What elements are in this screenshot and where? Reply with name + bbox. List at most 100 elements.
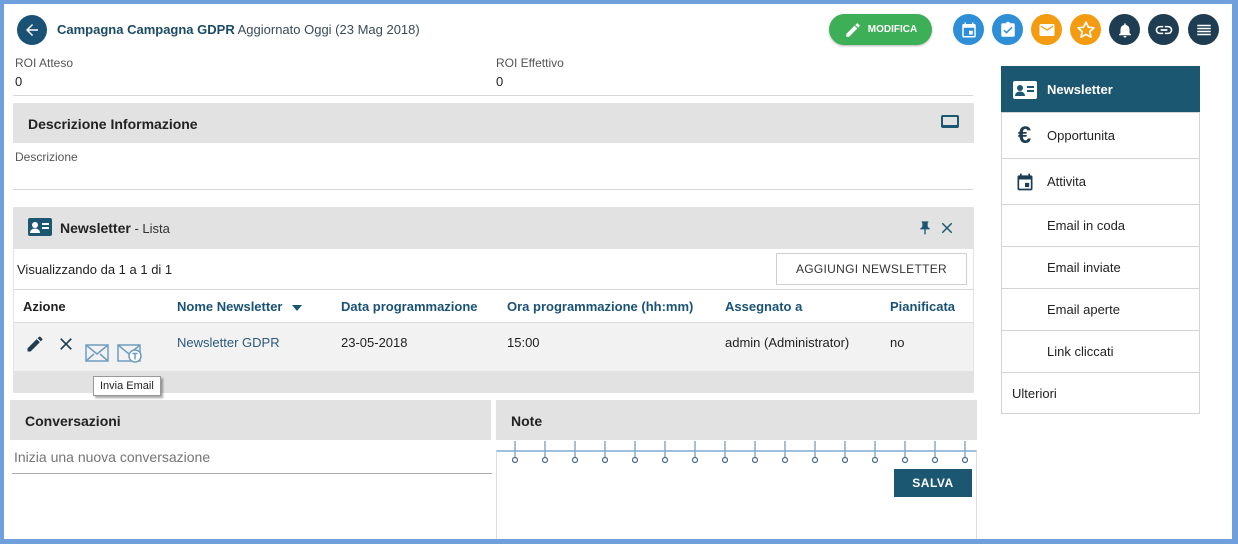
notebook-ring-icon [961, 441, 969, 464]
roi-atteso-label: ROI Atteso [15, 56, 74, 70]
notebook-ring-icon [721, 441, 729, 464]
column-header-nome-label: Nome Newsletter [177, 299, 283, 314]
note-title: Note [511, 413, 543, 429]
send-test-email-button[interactable] [117, 344, 142, 366]
favorite-button[interactable] [1070, 14, 1101, 45]
pin-button[interactable] [917, 219, 933, 240]
delete-row-button[interactable] [56, 334, 76, 357]
campaign-title: Campagna Campagna GDPR [57, 22, 235, 37]
notebook-ring-icon [631, 441, 639, 464]
newsletter-title: Newsletter [60, 220, 131, 236]
close-icon [60, 338, 72, 350]
menu-button[interactable] [1188, 14, 1219, 45]
column-header-pianificata[interactable]: Pianificata [890, 299, 955, 314]
conversazioni-title: Conversazioni [25, 413, 121, 429]
tooltip: Invia Email [93, 376, 161, 396]
sidebar-item-opportunita[interactable]: € Opportunita [1001, 112, 1200, 159]
notebook-ring-icon [541, 441, 549, 464]
sidebar-item-label: Opportunita [1047, 128, 1115, 143]
note-panel-header [496, 400, 977, 440]
menu-lines-icon [1196, 24, 1211, 35]
pagination-summary: Visualizzando da 1 a 1 di 1 [17, 262, 173, 277]
column-header-ora[interactable]: Ora programmazione (hh:mm) [507, 299, 693, 314]
bell-icon [1118, 22, 1131, 37]
newsletter-subtitle: - Lista [134, 221, 170, 236]
column-header-azione: Azione [23, 299, 66, 314]
calendar-button[interactable] [953, 14, 984, 45]
envelope-icon [1039, 23, 1054, 36]
sidebar-item-label: Email aperte [1047, 302, 1120, 317]
add-newsletter-button[interactable]: AGGIUNGI NEWSLETTER [776, 253, 967, 285]
contact-card-icon [1002, 80, 1047, 99]
notebook-ring-icon [841, 441, 849, 464]
sort-down-icon [292, 304, 303, 311]
sidebar-item-link-cliccati[interactable]: Link cliccati [1001, 330, 1200, 373]
pencil-icon [27, 336, 43, 352]
column-header-nome[interactable]: Nome Newsletter [177, 299, 303, 314]
clipboard-check-icon [1000, 21, 1015, 37]
page-title: Campagna Campagna GDPR Aggiornato Oggi (… [57, 22, 420, 37]
sidebar-item-label: Email inviate [1047, 260, 1121, 275]
close-panel-button[interactable] [938, 219, 956, 240]
edit-button-label: MODIFICA [867, 24, 918, 35]
sidebar-item-newsletter[interactable]: Newsletter [1001, 66, 1200, 113]
sidebar-item-label: Attivita [1047, 174, 1087, 189]
sidebar-item-email-inviate[interactable]: Email inviate [1001, 246, 1200, 289]
cell-time: 15:00 [507, 335, 540, 350]
notebook-ring-icon [871, 441, 879, 464]
descrizione-panel-title: Descrizione Informazione [28, 116, 198, 132]
edit-button[interactable]: MODIFICA [829, 14, 932, 45]
edit-row-button[interactable] [25, 334, 45, 357]
sidebar-item-attivita[interactable]: Attivita [1001, 158, 1200, 205]
roi-effettivo-value: 0 [496, 74, 504, 89]
euro-icon: € [1017, 121, 1032, 149]
newsletter-panel-title: Newsletter - Lista [60, 220, 170, 236]
notebook-ring-icon [811, 441, 819, 464]
sidebar-item-ulteriori[interactable]: Ulteriori [1001, 372, 1200, 414]
notebook-ring-icon [661, 441, 669, 464]
arrow-left-icon [26, 24, 38, 36]
notebook-ring-icon [571, 441, 579, 464]
notifications-button[interactable] [1109, 14, 1140, 45]
notebook-ring-icon [781, 441, 789, 464]
sidebar-item-label: Link cliccati [1047, 344, 1114, 359]
cell-date: 23-05-2018 [341, 335, 408, 350]
close-icon [941, 222, 953, 234]
save-note-button[interactable]: SALVA [894, 469, 972, 497]
updated-text: Aggiornato Oggi (23 Mag 2018) [237, 22, 420, 37]
notebook-ring-icon [901, 441, 909, 464]
pencil-icon [846, 22, 860, 37]
roi-effettivo-label: ROI Effettivo [496, 56, 564, 70]
notebook-ring-icon [931, 441, 939, 464]
notebook-ring-icon [511, 441, 519, 464]
contact-card-icon [28, 218, 52, 239]
column-header-assegnato[interactable]: Assegnato a [725, 299, 802, 314]
sidebar-item-label: Ulteriori [1012, 385, 1057, 401]
roi-atteso-value: 0 [15, 74, 23, 89]
notebook-ring-icon [601, 441, 609, 464]
send-email-button[interactable] [85, 344, 109, 365]
collapse-panel-button[interactable] [941, 114, 959, 133]
notebook-ring-icon [691, 441, 699, 464]
notebook-ring-icon [751, 441, 759, 464]
descrizione-label: Descrizione [15, 150, 78, 164]
cell-scheduled: no [890, 335, 905, 350]
sidebar-item-email-aperte[interactable]: Email aperte [1001, 288, 1200, 331]
divider [14, 289, 973, 290]
cell-assigned: admin (Administrator) [725, 335, 850, 350]
sidebar-item-email-in-coda[interactable]: Email in coda [1001, 204, 1200, 247]
link-icon [1155, 25, 1172, 34]
back-button[interactable] [17, 15, 47, 45]
calendar-icon [961, 22, 976, 37]
newsletter-name-link[interactable]: Newsletter GDPR [177, 335, 280, 350]
envelope-test-icon [117, 344, 142, 363]
calendar-icon [1002, 172, 1047, 192]
link-button[interactable] [1148, 14, 1179, 45]
email-button[interactable] [1031, 14, 1062, 45]
column-header-data[interactable]: Data programmazione [341, 299, 478, 314]
pin-icon [920, 221, 930, 235]
sidebar-item-label: Newsletter [1047, 82, 1113, 97]
task-button[interactable] [992, 14, 1023, 45]
conversation-input[interactable] [12, 447, 492, 474]
star-outline-icon [1076, 20, 1095, 38]
